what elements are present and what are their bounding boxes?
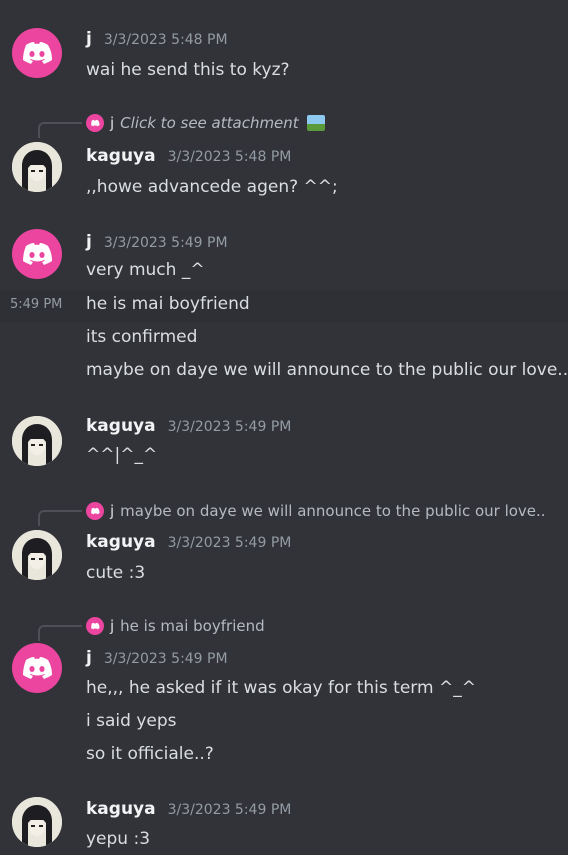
discord-mini-avatar-icon <box>86 114 104 132</box>
reply-text: Click to see attachment <box>120 114 299 132</box>
avatar[interactable] <box>12 416 62 466</box>
author-name[interactable]: j 3/3/2023 5:49 PM <box>86 648 228 668</box>
author-label[interactable]: j <box>86 29 92 49</box>
hover-timestamp: 5:49 PM <box>10 297 63 312</box>
avatar[interactable] <box>12 28 62 78</box>
reply-reference[interactable]: j Click to see attachment <box>86 114 325 132</box>
discord-logo-icon <box>22 243 52 265</box>
message-text: ,,howe advancede agen? ^^; <box>86 177 338 197</box>
timestamp: 3/3/2023 5:49 PM <box>167 419 292 435</box>
message-text: he is mai boyfriend <box>86 294 250 314</box>
timestamp: 3/3/2023 5:49 PM <box>167 802 292 818</box>
image-icon <box>306 115 325 131</box>
discord-mini-avatar-icon <box>86 502 104 520</box>
anime-girl-avatar-icon <box>12 416 62 466</box>
author-label[interactable]: kaguya <box>86 146 156 166</box>
discord-mini-avatar-icon <box>86 617 104 635</box>
message-text: wai he send this to kyz? <box>86 60 290 80</box>
timestamp: 3/3/2023 5:49 PM <box>167 535 292 551</box>
message-text: so it officiale..? <box>86 744 214 764</box>
author-name[interactable]: kaguya 3/3/2023 5:49 PM <box>86 799 291 819</box>
reply-spine <box>38 122 82 138</box>
message-text: yepu :3 <box>86 829 151 849</box>
reply-author: j <box>110 617 115 635</box>
message-text: ^^|^_^ <box>86 445 158 465</box>
reply-author: j <box>110 114 115 132</box>
discord-logo-icon <box>22 42 52 64</box>
timestamp: 3/3/2023 5:49 PM <box>103 651 228 667</box>
author-label[interactable]: kaguya <box>86 416 156 436</box>
anime-girl-avatar-icon <box>12 797 62 847</box>
avatar[interactable] <box>12 797 62 847</box>
timestamp: 3/3/2023 5:48 PM <box>167 149 292 165</box>
message-text: very much _^ <box>86 260 205 280</box>
reply-text: maybe on daye we will announce to the pu… <box>120 502 546 520</box>
author-name[interactable]: kaguya 3/3/2023 5:48 PM <box>86 146 291 166</box>
discord-logo-icon <box>22 657 52 679</box>
reply-reference[interactable]: j maybe on daye we will announce to the … <box>86 502 546 520</box>
avatar[interactable] <box>12 643 62 693</box>
message-text: maybe on daye we will announce to the pu… <box>86 360 568 380</box>
author-label[interactable]: j <box>86 232 92 252</box>
reply-spine <box>38 625 82 641</box>
message-text: its confirmed <box>86 327 198 347</box>
anime-girl-avatar-icon <box>12 142 62 192</box>
reply-text: he is mai boyfriend <box>120 617 265 635</box>
message-text: i said yeps <box>86 711 177 731</box>
avatar[interactable] <box>12 142 62 192</box>
message-text: he,,, he asked if it was okay for this t… <box>86 678 476 698</box>
avatar[interactable] <box>12 229 62 279</box>
timestamp: 3/3/2023 5:49 PM <box>103 235 228 251</box>
timestamp: 3/3/2023 5:48 PM <box>103 32 228 48</box>
reply-author: j <box>110 502 115 520</box>
author-label[interactable]: kaguya <box>86 799 156 819</box>
author-label[interactable]: j <box>86 648 92 668</box>
author-name[interactable]: j 3/3/2023 5:48 PM <box>86 29 228 49</box>
reply-reference[interactable]: j he is mai boyfriend <box>86 617 265 635</box>
author-name[interactable]: j 3/3/2023 5:49 PM <box>86 232 228 252</box>
author-name[interactable]: kaguya 3/3/2023 5:49 PM <box>86 532 291 552</box>
author-name[interactable]: kaguya 3/3/2023 5:49 PM <box>86 416 291 436</box>
avatar[interactable] <box>12 530 62 580</box>
anime-girl-avatar-icon <box>12 530 62 580</box>
author-label[interactable]: kaguya <box>86 532 156 552</box>
message-text: cute :3 <box>86 563 146 583</box>
reply-spine <box>38 510 82 526</box>
